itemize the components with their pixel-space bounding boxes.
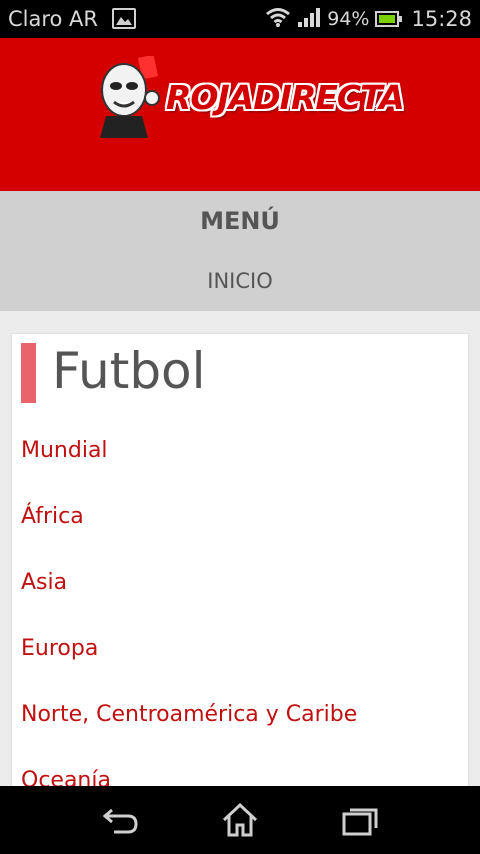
- site-logo[interactable]: ROJADIRECTA: [96, 56, 405, 140]
- status-bar: Claro AR 94% 15:28: [0, 0, 480, 38]
- back-icon[interactable]: [100, 802, 140, 838]
- recent-apps-icon[interactable]: [340, 802, 380, 838]
- link-mundial[interactable]: Mundial: [21, 438, 108, 463]
- link-europa[interactable]: Europa: [21, 636, 98, 661]
- link-asia[interactable]: Asia: [21, 570, 67, 595]
- signal-icon: [297, 6, 321, 32]
- home-icon[interactable]: [220, 802, 260, 838]
- carrier-name: Claro AR: [8, 7, 99, 31]
- link-concacaf[interactable]: Norte, Centroamérica y Caribe: [21, 702, 357, 727]
- main-menu: MENÚ INICIO: [0, 191, 480, 311]
- battery-percent: 94%: [327, 8, 370, 30]
- image-icon: [112, 8, 136, 29]
- system-nav-bar: [0, 786, 480, 854]
- mascot-icon: [100, 56, 160, 138]
- link-africa[interactable]: África: [21, 504, 84, 529]
- battery-icon: [375, 11, 403, 27]
- menu-toggle[interactable]: MENÚ: [0, 207, 480, 235]
- section-title: Futbol: [52, 342, 206, 400]
- menu-item-inicio[interactable]: INICIO: [0, 269, 480, 293]
- wifi-icon: [265, 6, 291, 32]
- status-icons: 94% 15:28: [265, 6, 472, 32]
- title-accent-bar: [21, 343, 36, 403]
- category-card: Futbol Mundial África Asia Europa Norte,…: [12, 334, 468, 804]
- site-header: ROJADIRECTA: [0, 38, 480, 191]
- clock: 15:28: [411, 7, 472, 31]
- logo-text: ROJADIRECTA: [166, 78, 405, 117]
